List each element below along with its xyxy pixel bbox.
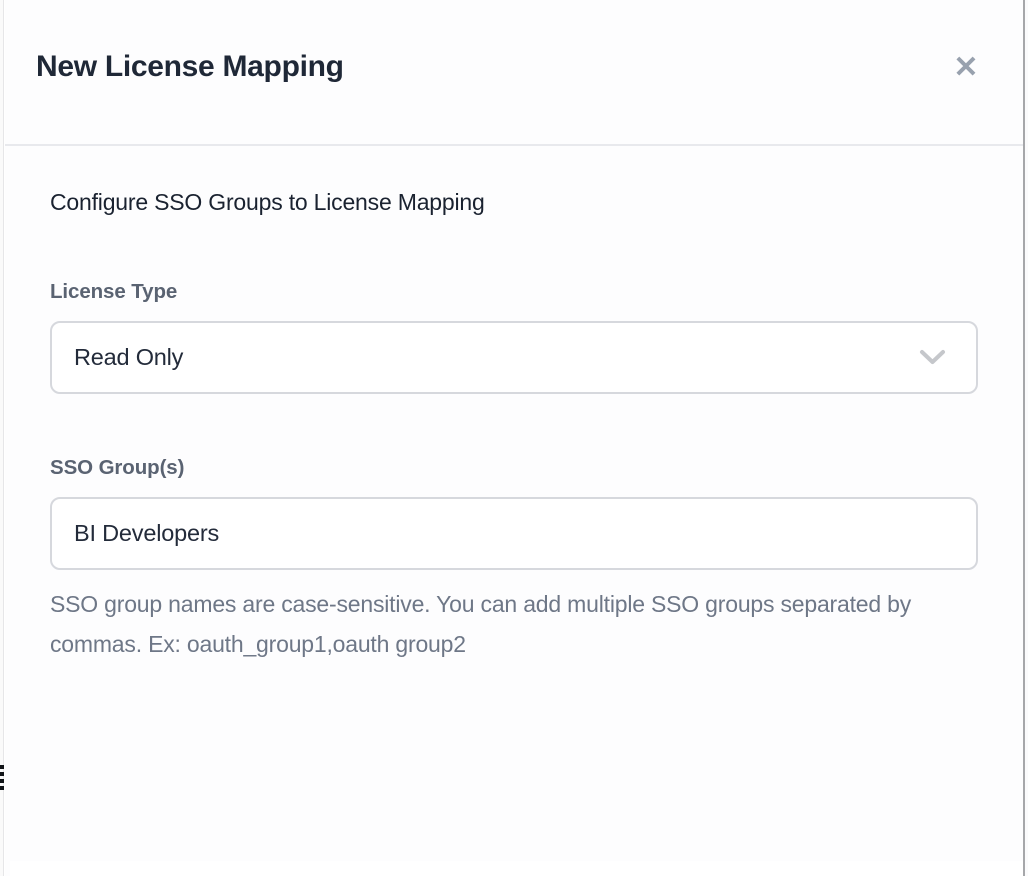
modal-footer <box>10 861 1028 876</box>
license-type-selected-value: Read Only <box>74 344 183 371</box>
chevron-down-icon <box>919 349 946 366</box>
modal-title: New License Mapping <box>36 50 344 84</box>
sso-groups-label: SSO Group(s) <box>50 456 1028 480</box>
close-button[interactable]: ✕ <box>944 48 988 88</box>
scrollbar-track[interactable] <box>1023 0 1028 876</box>
sso-groups-help-text: SSO group names are case-sensitive. You … <box>50 584 916 664</box>
section-heading: Configure SSO Groups to License Mapping <box>50 187 1028 217</box>
new-license-mapping-modal: New License Mapping ✕ Configure SSO Grou… <box>5 0 1028 876</box>
license-type-label: License Type <box>50 280 1028 304</box>
clipped-list-icon <box>0 765 4 793</box>
close-icon: ✕ <box>953 51 978 84</box>
sso-groups-input[interactable] <box>50 497 978 570</box>
license-type-select[interactable]: Read Only <box>50 321 978 394</box>
modal-header: New License Mapping ✕ <box>5 0 1028 146</box>
modal-body: Configure SSO Groups to License Mapping … <box>5 146 1028 664</box>
background-page-edge <box>0 0 4 876</box>
screen: New License Mapping ✕ Configure SSO Grou… <box>0 0 1028 876</box>
